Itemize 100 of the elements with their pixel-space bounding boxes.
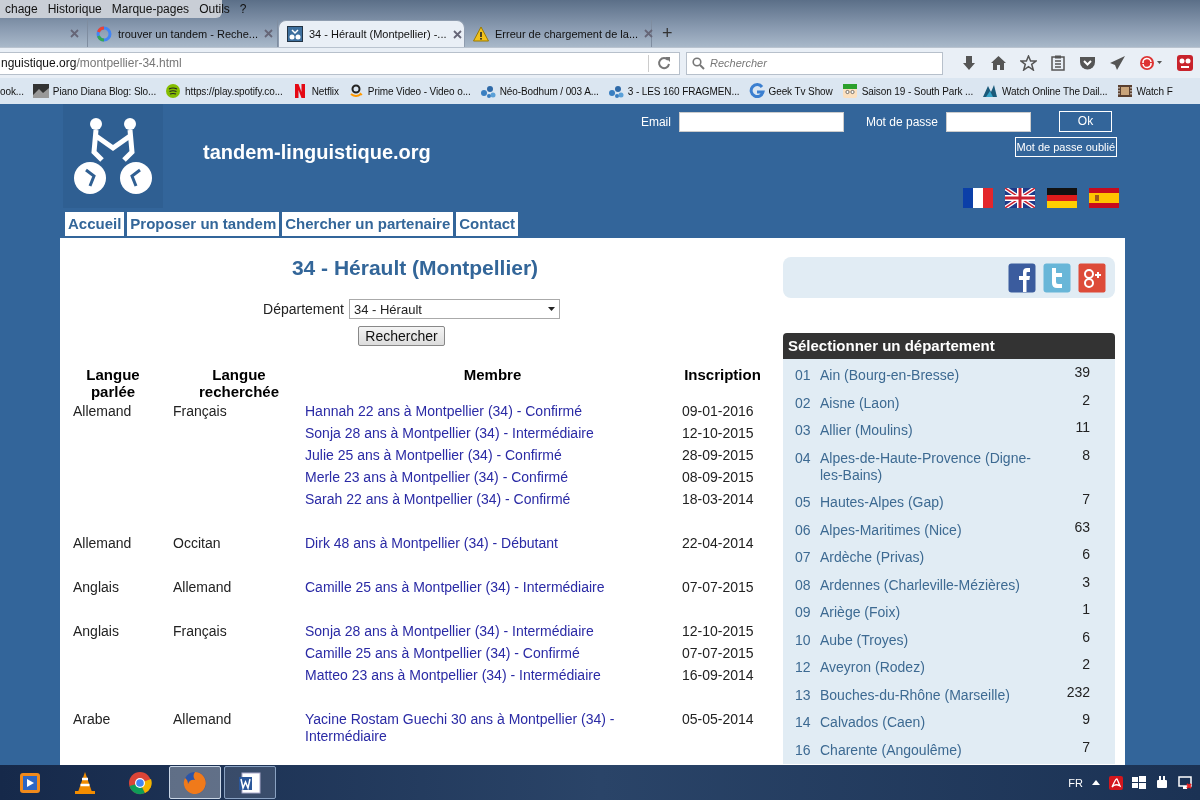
member-link[interactable]: Camille 25 ans à Montpellier (34) - Intermédiaire — [305, 578, 640, 596]
menu-item[interactable]: Historique — [42, 2, 107, 16]
member-link[interactable]: Merle 23 ans à Montpellier (34) - Confirmé — [305, 468, 640, 486]
member-link[interactable]: Hannah 22 ans à Montpellier (34) - Confirmé — [305, 402, 640, 420]
department-link[interactable]: Charente (Angoulême) — [820, 741, 1035, 759]
menu-item[interactable]: ? — [234, 2, 252, 16]
tab-title: 34 - Hérault (Montpellier) -... — [309, 28, 447, 40]
url-text: nguistique.org/montpellier-34.html — [0, 56, 183, 70]
member-count: 7 — [1081, 491, 1091, 509]
menu-item[interactable]: Outils — [194, 2, 235, 16]
member-count: 8 — [1081, 446, 1091, 464]
department-link[interactable]: Aube (Troyes) — [820, 631, 1035, 649]
table-cell-text: 12-10-2015 — [681, 423, 755, 443]
member-count: 6 — [1081, 628, 1091, 646]
member-count: 39 — [1073, 364, 1091, 382]
new-tab-button[interactable]: + — [652, 20, 683, 47]
department-link[interactable]: Calvados (Caen) — [820, 714, 1035, 732]
language-indicator[interactable]: FR — [1068, 776, 1083, 789]
department-code: 09 — [795, 604, 812, 622]
table-cell-text: 28-09-2015 — [681, 445, 755, 465]
table-cell-text: Occitan — [173, 533, 222, 553]
bookmark-link[interactable]: Néo-Bodhum / 003 A... — [499, 85, 599, 97]
dropdown-value: 34 - Hérault — [353, 301, 422, 317]
column-header: Langue recherchée — [197, 366, 281, 400]
table-cell-text: 05-05-2014 — [681, 709, 755, 729]
table-cell-text: Arabe — [73, 709, 112, 729]
table-cell-text: 09-01-2016 — [681, 401, 755, 421]
bookmark-link[interactable]: Prime Video - Video o... — [367, 85, 471, 97]
nav-tab[interactable]: Proposer un tandem — [127, 212, 280, 236]
bookmark-link[interactable]: Saison 19 - South Park ... — [861, 85, 974, 97]
department-link[interactable]: Alpes-Maritimes (Nice) — [820, 521, 1035, 539]
bookmark-link[interactable]: Watch F — [1136, 85, 1173, 97]
password-label: Mot de passe — [865, 114, 938, 129]
member-link[interactable]: Matteo 23 ans à Montpellier (34) - Intermédiaire — [305, 666, 640, 684]
department-link[interactable]: Hautes-Alpes (Gap) — [820, 494, 1035, 512]
tab-title: Erreur de chargement de la... — [495, 27, 639, 40]
member-count: 63 — [1073, 518, 1091, 536]
department-code: 01 — [795, 367, 812, 385]
department-link[interactable]: Aveyron (Rodez) — [820, 659, 1035, 677]
table-cell-text: Français — [173, 621, 228, 641]
department-link[interactable]: Ardèche (Privas) — [820, 549, 1035, 567]
tab-title: trouver un tandem - Reche... — [118, 27, 258, 40]
search-field[interactable]: Rechercher — [686, 51, 943, 75]
bookmark-link[interactable]: ook... — [0, 85, 24, 97]
member-count: 232 — [1065, 683, 1091, 701]
bookmark-link[interactable]: Piano Diana Blog: Slo... — [52, 85, 157, 97]
department-code: 04 — [795, 449, 812, 468]
department-code: 16 — [795, 741, 812, 759]
department-code: 02 — [795, 394, 812, 412]
forgot-password-button[interactable]: Mot de passe oublié — [1014, 137, 1117, 157]
sidebar-header: Sélectionner un département — [783, 333, 1115, 359]
nav-tab[interactable]: Contact — [456, 212, 519, 236]
member-count: 9 — [1081, 711, 1091, 729]
ok-button[interactable]: Ok — [1059, 111, 1112, 132]
member-link[interactable]: Julie 25 ans à Montpellier (34) - Confirmé — [305, 446, 640, 464]
member-link[interactable]: Sarah 22 ans à Montpellier (34) - Confirmé — [305, 490, 640, 508]
table-cell-text: 07-07-2015 — [681, 643, 755, 663]
member-count: 1 — [1081, 601, 1091, 619]
member-link[interactable]: Camille 25 ans à Montpellier (34) - Confirmé — [305, 644, 640, 662]
search-button[interactable]: Rechercher — [358, 326, 445, 346]
department-link[interactable]: Ain (Bourg-en-Bresse) — [820, 367, 1035, 385]
member-count: 3 — [1081, 573, 1091, 591]
department-code: 06 — [795, 521, 812, 539]
table-cell-text: Français — [173, 401, 228, 421]
member-link[interactable]: Sonja 28 ans à Montpellier (34) - Intermédiaire — [305, 424, 640, 442]
table-cell-text: Allemand — [173, 577, 233, 597]
department-code: 07 — [795, 549, 812, 567]
department-link[interactable]: Allier (Moulins) — [820, 422, 1035, 440]
department-code: 03 — [795, 422, 812, 440]
member-link[interactable]: Dirk 48 ans à Montpellier (34) - Débutant — [305, 534, 640, 552]
site-title: tandem-linguistique.org — [203, 141, 431, 165]
department-link[interactable]: Alpes-de-Haute-Provence (Digne-les-Bains) — [820, 449, 1035, 484]
department-link[interactable]: Ardennes (Charleville-Mézières) — [820, 576, 1035, 594]
browser-tab[interactable]: 34 - Hérault (Montpellier) -... — [278, 20, 465, 47]
table-cell-text: Allemand — [73, 533, 133, 553]
member-count: 7 — [1081, 738, 1091, 756]
bookmark-link[interactable]: Geek Tv Show — [768, 85, 833, 97]
department-link[interactable]: Ariège (Foix) — [820, 604, 1035, 622]
page-heading: 34 - Hérault (Montpellier) — [290, 256, 540, 281]
table-cell-text: 08-09-2015 — [681, 467, 755, 487]
nav-tab[interactable]: Chercher un partenaire — [282, 212, 454, 236]
address-field[interactable]: nguistique.org/montpellier-34.html — [0, 51, 680, 75]
department-dropdown[interactable]: 34 - Hérault — [348, 299, 560, 319]
department-code: 05 — [795, 494, 812, 512]
member-link[interactable]: Sonja 28 ans à Montpellier (34) - Intermédiaire — [305, 622, 640, 640]
nav-tab[interactable]: Accueil — [65, 212, 125, 236]
search-placeholder: Rechercher — [710, 57, 767, 69]
member-link[interactable]: Yacine Rostam Guechi 30 ans à Montpellier (34) - Intermédiaire — [305, 710, 640, 745]
department-link[interactable]: Bouches-du-Rhône (Marseille) — [820, 686, 1035, 704]
bookmark-link[interactable]: Watch Online The Dail... — [1002, 85, 1108, 97]
menu-item[interactable]: chage — [0, 2, 43, 16]
column-header: Membre — [462, 366, 523, 385]
bookmark-link[interactable]: Netflix — [311, 85, 339, 97]
department-link[interactable]: Aisne (Laon) — [820, 394, 1035, 412]
bookmark-link[interactable]: 3 - LES 160 FRAGMEN... — [627, 85, 740, 97]
bookmark-link[interactable]: https://play.spotify.co... — [185, 85, 283, 97]
member-count: 2 — [1081, 391, 1091, 409]
table-cell-text: 18-03-2014 — [681, 489, 755, 509]
menu-item[interactable]: Marque-pages — [106, 2, 195, 16]
table-cell-text: Anglais — [73, 621, 120, 641]
